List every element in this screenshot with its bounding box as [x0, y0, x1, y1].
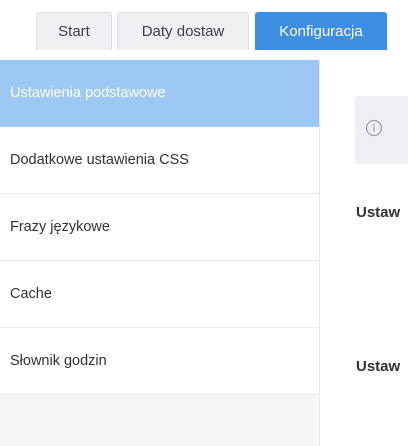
sidebar-item-ustawienia-podstawowe[interactable]: Ustawienia podstawowe [0, 60, 319, 127]
sidebar: Ustawienia podstawowe Dodatkowe ustawien… [0, 60, 320, 446]
tab-bar: Start Daty dostaw Konfiguracja [0, 0, 408, 50]
sidebar-item-label: Ustawienia podstawowe [10, 85, 166, 101]
app-window: Start Daty dostaw Konfiguracja Ustawieni… [0, 0, 408, 446]
info-circle-icon [365, 119, 383, 137]
main-content: Ustaw Ustaw [320, 60, 408, 446]
sidebar-item-label: Dodatkowe ustawienia CSS [10, 152, 189, 168]
tab-konfiguracja[interactable]: Konfiguracja [255, 12, 387, 50]
sidebar-item-slownik-godzin[interactable]: Słownik godzin [0, 328, 319, 395]
tab-daty-dostaw[interactable]: Daty dostaw [117, 12, 249, 50]
info-box [355, 96, 408, 164]
sidebar-item-dodatkowe-css[interactable]: Dodatkowe ustawienia CSS [0, 127, 319, 194]
section-heading: Ustaw [356, 358, 401, 375]
sidebar-item-label: Frazy językowe [10, 219, 110, 235]
section-heading: Ustaw [356, 204, 401, 221]
sidebar-item-label: Cache [10, 286, 52, 302]
sidebar-item-frazy-jezykowe[interactable]: Frazy językowe [0, 194, 319, 261]
sidebar-item-label: Słownik godzin [10, 353, 107, 369]
tab-start[interactable]: Start [36, 12, 112, 50]
sidebar-item-cache[interactable]: Cache [0, 261, 319, 328]
